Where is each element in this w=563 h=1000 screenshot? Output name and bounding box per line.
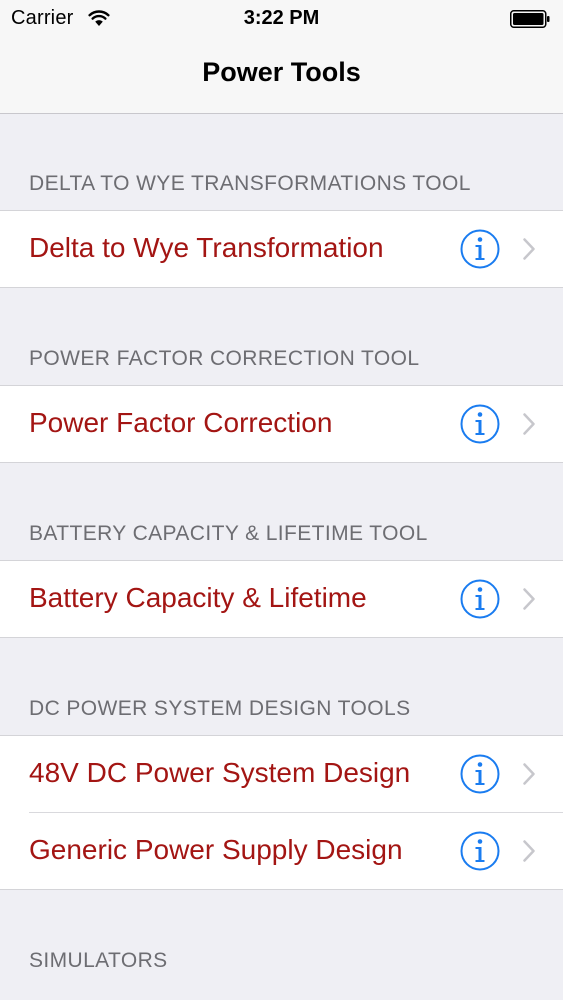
list-item-label: Delta to Wye Transformation (29, 232, 384, 263)
chevron-right-icon (523, 840, 535, 862)
list-item-battery-capacity[interactable]: Battery Capacity & Lifetime (0, 561, 563, 637)
section-header-label: BATTERY CAPACITY & LIFETIME TOOL (29, 522, 428, 545)
section-header: SIMULATORS (0, 890, 563, 987)
info-icon[interactable] (460, 831, 500, 871)
tools-list: DELTA TO WYE TRANSFORMATIONS TOOL Delta … (0, 114, 563, 987)
page-title: Power Tools (202, 57, 361, 87)
list-item-generic-power-supply[interactable]: Generic Power Supply Design (29, 812, 563, 889)
section-header: DC POWER SYSTEM DESIGN TOOLS (0, 638, 563, 735)
info-icon[interactable] (460, 579, 500, 619)
section-header: POWER FACTOR CORRECTION TOOL (0, 288, 563, 385)
chevron-right-icon (523, 413, 535, 435)
section-header-label: DELTA TO WYE TRANSFORMATIONS TOOL (29, 172, 471, 195)
list-item-delta-to-wye[interactable]: Delta to Wye Transformation (0, 211, 563, 287)
info-icon[interactable] (460, 229, 500, 269)
list-item-label: 48V DC Power System Design (29, 757, 411, 788)
info-icon[interactable] (460, 754, 500, 794)
list-item-48v-dc-power-system[interactable]: 48V DC Power System Design (0, 736, 563, 812)
section-header: BATTERY CAPACITY & LIFETIME TOOL (0, 463, 563, 560)
list-item-label: Battery Capacity & Lifetime (29, 582, 367, 613)
battery-icon (510, 10, 550, 28)
section-group: Delta to Wye Transformation (0, 210, 563, 288)
chevron-right-icon (523, 763, 535, 785)
section-header: DELTA TO WYE TRANSFORMATIONS TOOL (0, 114, 563, 210)
section-header-label: POWER FACTOR CORRECTION TOOL (29, 347, 420, 370)
section-header-label: SIMULATORS (29, 949, 168, 972)
list-item-label: Generic Power Supply Design (29, 834, 403, 865)
section-group: 48V DC Power System Design Generic Power… (0, 735, 563, 890)
status-bar: Carrier 3:22 PM (0, 0, 563, 38)
info-icon[interactable] (460, 404, 500, 444)
list-item-label: Power Factor Correction (29, 407, 333, 438)
status-time: 3:22 PM (243, 7, 320, 29)
chevron-right-icon (523, 588, 535, 610)
chevron-right-icon (523, 238, 535, 260)
navigation-bar: Power Tools (0, 38, 563, 114)
section-group: Power Factor Correction (0, 385, 563, 463)
section-header-label: DC POWER SYSTEM DESIGN TOOLS (29, 697, 411, 720)
section-group: Battery Capacity & Lifetime (0, 560, 563, 638)
list-item-power-factor-correction[interactable]: Power Factor Correction (0, 386, 563, 462)
